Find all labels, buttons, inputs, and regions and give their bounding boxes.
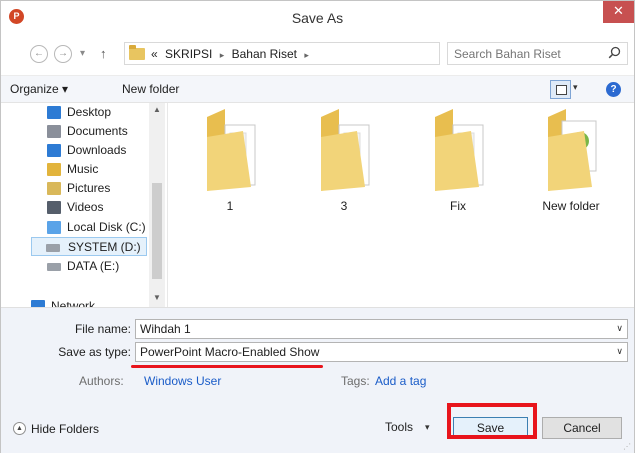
title-bar: P Save As ✕ bbox=[1, 1, 634, 35]
cancel-button[interactable]: Cancel bbox=[542, 417, 622, 439]
breadcrumb: « SKRIPSI ▸ Bahan Riset ▸ bbox=[151, 47, 313, 61]
authors-label: Authors: bbox=[79, 374, 124, 388]
drive-icon bbox=[46, 244, 60, 252]
folder-item-1[interactable]: 1 bbox=[185, 103, 275, 223]
desktop-icon bbox=[47, 106, 61, 119]
folder-icon bbox=[207, 109, 256, 191]
authors-value[interactable]: Windows User bbox=[144, 374, 221, 388]
file-name-label: File name: bbox=[74, 322, 131, 336]
up-button[interactable]: ↑ bbox=[100, 45, 107, 63]
file-list: 1 3 Fix New folder bbox=[168, 103, 634, 307]
recent-locations-button[interactable]: ▾ bbox=[80, 45, 85, 63]
pictures-icon bbox=[47, 182, 61, 195]
search-input[interactable] bbox=[454, 45, 604, 62]
folder-icon bbox=[321, 109, 370, 191]
resize-grip[interactable]: ⋰ bbox=[623, 442, 631, 451]
save-options-panel: File name: Wihdah 1 ∨ Save as type: Powe… bbox=[1, 307, 634, 453]
save-as-type-value: PowerPoint Macro-Enabled Show bbox=[140, 345, 320, 359]
network-icon bbox=[31, 300, 45, 307]
navigation-scrollbar[interactable]: ▲ ▼ bbox=[149, 103, 165, 307]
annotation-underline bbox=[131, 365, 323, 368]
documents-icon bbox=[47, 125, 61, 138]
tools-button[interactable]: Tools bbox=[385, 420, 413, 434]
folder-name: 3 bbox=[340, 199, 348, 213]
folder-icon bbox=[129, 45, 145, 60]
scroll-down-icon[interactable]: ▼ bbox=[153, 293, 161, 302]
file-name-value[interactable]: Wihdah 1 bbox=[140, 322, 191, 336]
scroll-up-icon[interactable]: ▲ bbox=[153, 105, 161, 114]
nav-item-system-d[interactable]: SYSTEM (D:) bbox=[31, 237, 147, 256]
local-disk-icon bbox=[47, 221, 61, 234]
tags-value[interactable]: Add a tag bbox=[375, 374, 426, 388]
breadcrumb-bahan-riset[interactable]: Bahan Riset bbox=[232, 47, 297, 61]
folder-item-3[interactable]: 3 bbox=[299, 103, 389, 223]
folder-name: New folder bbox=[542, 199, 600, 213]
tags-label: Tags: bbox=[341, 374, 370, 388]
file-name-field[interactable]: Wihdah 1 ∨ bbox=[135, 319, 628, 339]
save-button[interactable]: Save bbox=[453, 417, 528, 439]
command-bar: Organize ▾ New folder ▾ ? bbox=[1, 75, 634, 103]
folder-icon bbox=[435, 109, 484, 191]
music-icon bbox=[47, 163, 61, 176]
address-bar[interactable]: « SKRIPSI ▸ Bahan Riset ▸ ∨ ↻ bbox=[124, 42, 534, 65]
chevron-right-icon[interactable]: ▸ bbox=[304, 50, 309, 60]
save-as-type-select[interactable]: PowerPoint Macro-Enabled Show ∨ bbox=[135, 342, 628, 362]
folder-name: 1 bbox=[226, 199, 234, 213]
folder-name: Fix bbox=[450, 199, 466, 213]
folder-item-new-folder[interactable]: New folder bbox=[526, 103, 616, 223]
chevron-right-icon[interactable]: ▸ bbox=[220, 50, 225, 60]
search-icon[interactable] bbox=[608, 46, 621, 59]
help-icon[interactable]: ? bbox=[606, 82, 621, 97]
change-view-icon[interactable] bbox=[550, 80, 571, 99]
save-as-dialog: P Save As ✕ ← → ▾ ↑ « SKRIPSI ▸ Bahan Ri… bbox=[0, 0, 635, 453]
organize-button[interactable]: Organize ▾ bbox=[10, 82, 68, 96]
breadcrumb-skripsi[interactable]: SKRIPSI bbox=[165, 47, 212, 61]
tools-dropdown-icon[interactable]: ▾ bbox=[425, 422, 430, 433]
save-as-type-label: Save as type: bbox=[58, 345, 131, 359]
scroll-thumb[interactable] bbox=[152, 183, 162, 279]
drive-icon bbox=[47, 263, 61, 271]
close-button[interactable]: ✕ bbox=[603, 1, 634, 23]
search-box[interactable] bbox=[447, 42, 628, 65]
chevron-down-icon[interactable]: ∨ bbox=[616, 323, 623, 334]
address-row: ← → ▾ ↑ « SKRIPSI ▸ Bahan Riset ▸ ∨ ↻ bbox=[1, 41, 634, 67]
downloads-icon bbox=[47, 144, 61, 157]
breadcrumb-overflow[interactable]: « bbox=[151, 47, 158, 61]
window-title: Save As bbox=[291, 10, 344, 26]
view-options-dropdown[interactable]: ▾ bbox=[573, 82, 578, 93]
navigation-pane: Desktop Documents Downloads Music Pictur… bbox=[1, 103, 167, 307]
hide-folders-button[interactable]: Hide Folders bbox=[31, 422, 99, 436]
folder-icon bbox=[548, 109, 597, 191]
chevron-down-icon[interactable]: ∨ bbox=[616, 346, 623, 357]
forward-button[interactable]: → bbox=[54, 45, 72, 63]
new-folder-button[interactable]: New folder bbox=[122, 82, 179, 96]
chevron-up-icon[interactable]: ▲ bbox=[13, 422, 26, 435]
folder-item-fix[interactable]: Fix bbox=[413, 103, 503, 223]
back-button[interactable]: ← bbox=[30, 45, 48, 63]
videos-icon bbox=[47, 201, 61, 214]
